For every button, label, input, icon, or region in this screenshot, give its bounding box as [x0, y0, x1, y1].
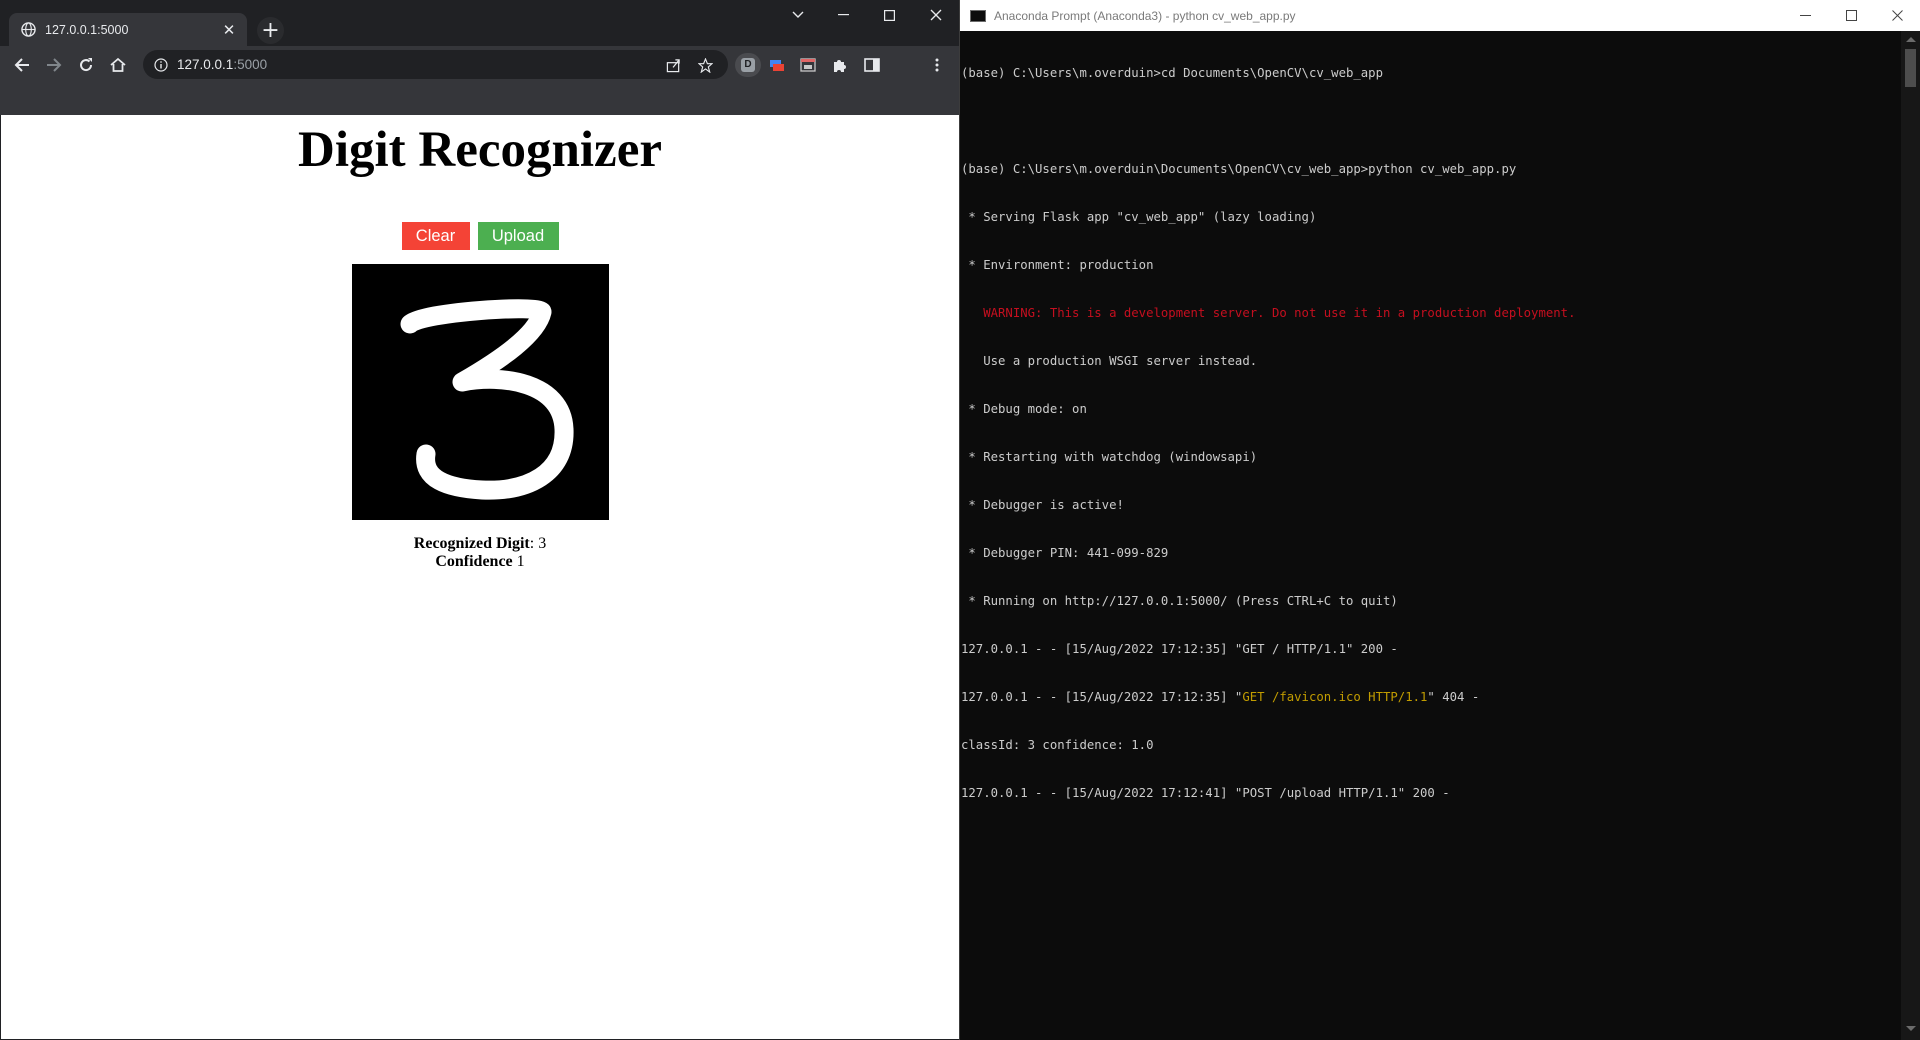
console-titlebar: Anaconda Prompt (Anaconda3) - python cv_… [960, 0, 1920, 31]
new-tab-button[interactable]: + [257, 17, 284, 44]
tab-title: 127.0.0.1:5000 [45, 22, 129, 37]
toolbar-spacer [0, 84, 959, 115]
reload-icon[interactable] [71, 50, 101, 80]
share-icon[interactable] [663, 55, 683, 75]
maximize-icon[interactable] [867, 0, 912, 30]
side-panel-icon[interactable] [862, 55, 882, 75]
console-line: 127.0.0.1 - - [15/Aug/2022 17:12:35] "GE… [961, 689, 1901, 705]
console-line: * Debugger is active! [961, 498, 1124, 512]
terminal-icon [970, 9, 986, 22]
confidence-value: 1 [512, 553, 525, 570]
extension-d-icon[interactable]: D [735, 53, 761, 77]
browser-toolbar: 127.0.0.1:5000 D [0, 46, 959, 84]
console-scrollbar[interactable] [1901, 31, 1920, 1040]
globe-icon [21, 22, 36, 37]
scroll-thumb[interactable] [1905, 49, 1916, 87]
upload-button[interactable]: Upload [477, 222, 559, 250]
extension-badge: D [741, 58, 755, 72]
console-close-icon[interactable] [1874, 0, 1920, 31]
console-line: (base) C:\Users\m.overduin>cd Documents\… [961, 66, 1383, 80]
console-highlight-segment: GET /favicon.ico HTTP/1.1 [1242, 690, 1428, 704]
console-line: * Debug mode: on [961, 402, 1087, 416]
recognized-digit-line: Recognized Digit: 3 [1, 535, 959, 553]
console-window: Anaconda Prompt (Anaconda3) - python cv_… [960, 0, 1920, 1040]
drawn-digit-3 [400, 299, 574, 500]
confidence-line: Confidence 1 [1, 553, 959, 571]
recognized-digit-value: : 3 [529, 535, 547, 552]
drawing-canvas[interactable] [352, 264, 609, 520]
console-line: 127.0.0.1 - - [15/Aug/2022 17:12:41] "PO… [961, 786, 1450, 800]
browser-menu-icon[interactable] [927, 55, 947, 75]
extension-tabs-icon[interactable] [767, 55, 787, 75]
result-panel: Recognized Digit: 3 Confidence 1 [1, 535, 959, 571]
browser-tab[interactable]: 127.0.0.1:5000 ✕ [9, 13, 247, 46]
site-info-icon[interactable] [153, 57, 169, 73]
console-maximize-icon[interactable] [1828, 0, 1874, 31]
browser-window: 127.0.0.1:5000 ✕ + 127.0.0.1:5000 D Dig… [0, 0, 960, 1040]
console-output[interactable]: (base) C:\Users\m.overduin>cd Documents\… [961, 33, 1901, 1033]
back-arrow-icon[interactable] [7, 50, 37, 80]
console-line: (base) C:\Users\m.overduin\Documents\Ope… [961, 162, 1517, 176]
console-minimize-icon[interactable] [1782, 0, 1828, 31]
forward-arrow-icon[interactable] [39, 50, 69, 80]
close-window-icon[interactable] [913, 0, 958, 30]
console-line: * Environment: production [961, 258, 1154, 272]
button-row: Clear Upload [1, 222, 959, 250]
console-segment: " 404 - [1427, 690, 1480, 704]
close-tab-icon[interactable]: ✕ [221, 21, 237, 39]
address-bar[interactable]: 127.0.0.1:5000 [143, 50, 728, 79]
console-line: 127.0.0.1 - - [15/Aug/2022 17:12:35] "GE… [961, 642, 1398, 656]
minimize-icon[interactable] [821, 0, 866, 30]
web-page: Digit Recognizer Clear Upload Recognized… [1, 115, 959, 1039]
console-segment: 127.0.0.1 - - [15/Aug/2022 17:12:35] " [961, 690, 1243, 704]
clear-button[interactable]: Clear [401, 222, 470, 250]
extension-window-icon[interactable] [798, 55, 818, 75]
url-port: :5000 [233, 57, 268, 72]
page-title: Digit Recognizer [298, 122, 662, 178]
tab-search-icon[interactable] [775, 0, 820, 30]
tab-strip: 127.0.0.1:5000 ✕ + [0, 0, 959, 46]
bookmark-star-icon[interactable] [695, 55, 715, 75]
console-line: * Restarting with watchdog (windowsapi) [961, 450, 1258, 464]
console-line: * Serving Flask app "cv_web_app" (lazy l… [961, 210, 1317, 224]
confidence-label: Confidence [435, 553, 513, 570]
home-icon[interactable] [103, 50, 133, 80]
console-line: classId: 3 confidence: 1.0 [961, 738, 1154, 752]
url-host: 127.0.0.1 [177, 57, 234, 72]
extensions-puzzle-icon[interactable] [830, 55, 850, 75]
recognized-digit-label: Recognized Digit [413, 535, 530, 552]
scroll-up-icon[interactable] [1906, 37, 1916, 42]
console-line: * Running on http://127.0.0.1:5000/ (Pre… [961, 594, 1398, 608]
console-title: Anaconda Prompt (Anaconda3) - python cv_… [994, 8, 1296, 23]
console-line: * Debugger PIN: 441-099-829 [961, 546, 1169, 560]
scroll-down-icon[interactable] [1906, 1026, 1916, 1031]
console-warning-line: WARNING: This is a development server. D… [961, 306, 1576, 320]
console-line: Use a production WSGI server instead. [961, 354, 1258, 368]
